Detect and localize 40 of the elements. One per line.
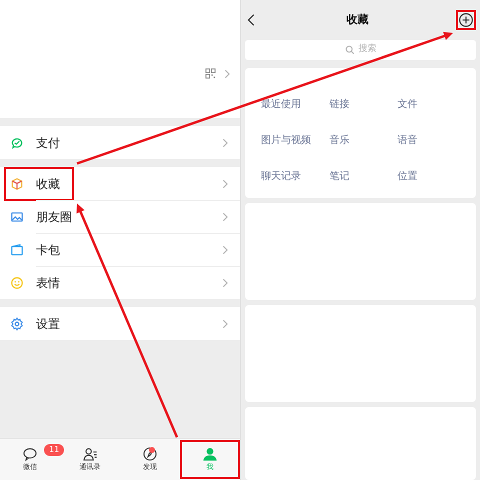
category-link[interactable]: 音乐 [329,135,350,146]
add-button[interactable] [456,10,476,30]
category-link[interactable]: 位置 [398,171,418,182]
menu-item[interactable]: 收藏 [0,167,240,200]
menu-item[interactable]: 卡包 [0,233,240,266]
chevron-icon [220,318,230,328]
chevron-icon [220,278,230,288]
chevron-icon [222,68,232,78]
search-icon [344,45,354,55]
plus-icon [458,12,474,28]
menu-item[interactable]: 支付 [0,126,240,159]
card-icon [10,242,24,256]
person-icon [202,446,218,462]
chevron-icon [220,244,230,254]
chat-icon [22,446,38,462]
menu-item[interactable]: 表情 [0,266,240,299]
wallet-icon [10,136,24,150]
category-link[interactable]: 笔记 [329,171,350,182]
cube-icon [10,176,24,190]
qr-code-icon [205,68,216,79]
category-link[interactable]: 图片与视频 [261,135,311,146]
category-link[interactable]: 聊天记录 [261,171,301,182]
category-link[interactable]: 最近使用 [261,99,301,110]
category-link[interactable]: 链接 [329,99,350,110]
chevron-icon [220,212,230,222]
menu-item[interactable]: 设置 [0,307,240,340]
contacts-icon [82,446,98,462]
category-link[interactable]: 语音 [398,135,418,146]
highlight-frame: 收藏 [4,166,74,200]
unread-badge: 11 [44,444,64,456]
notification-dot [149,447,155,454]
menu-item[interactable]: 朋友圈 [0,200,240,233]
page-title: 收藏 [346,12,368,28]
chevron-icon [220,178,230,188]
image-icon [10,210,24,224]
smiley-icon [10,276,24,290]
settings-icon [10,316,24,330]
compass-icon [142,446,158,462]
category-link[interactable]: 文件 [398,99,418,110]
chevron-icon [220,138,230,148]
